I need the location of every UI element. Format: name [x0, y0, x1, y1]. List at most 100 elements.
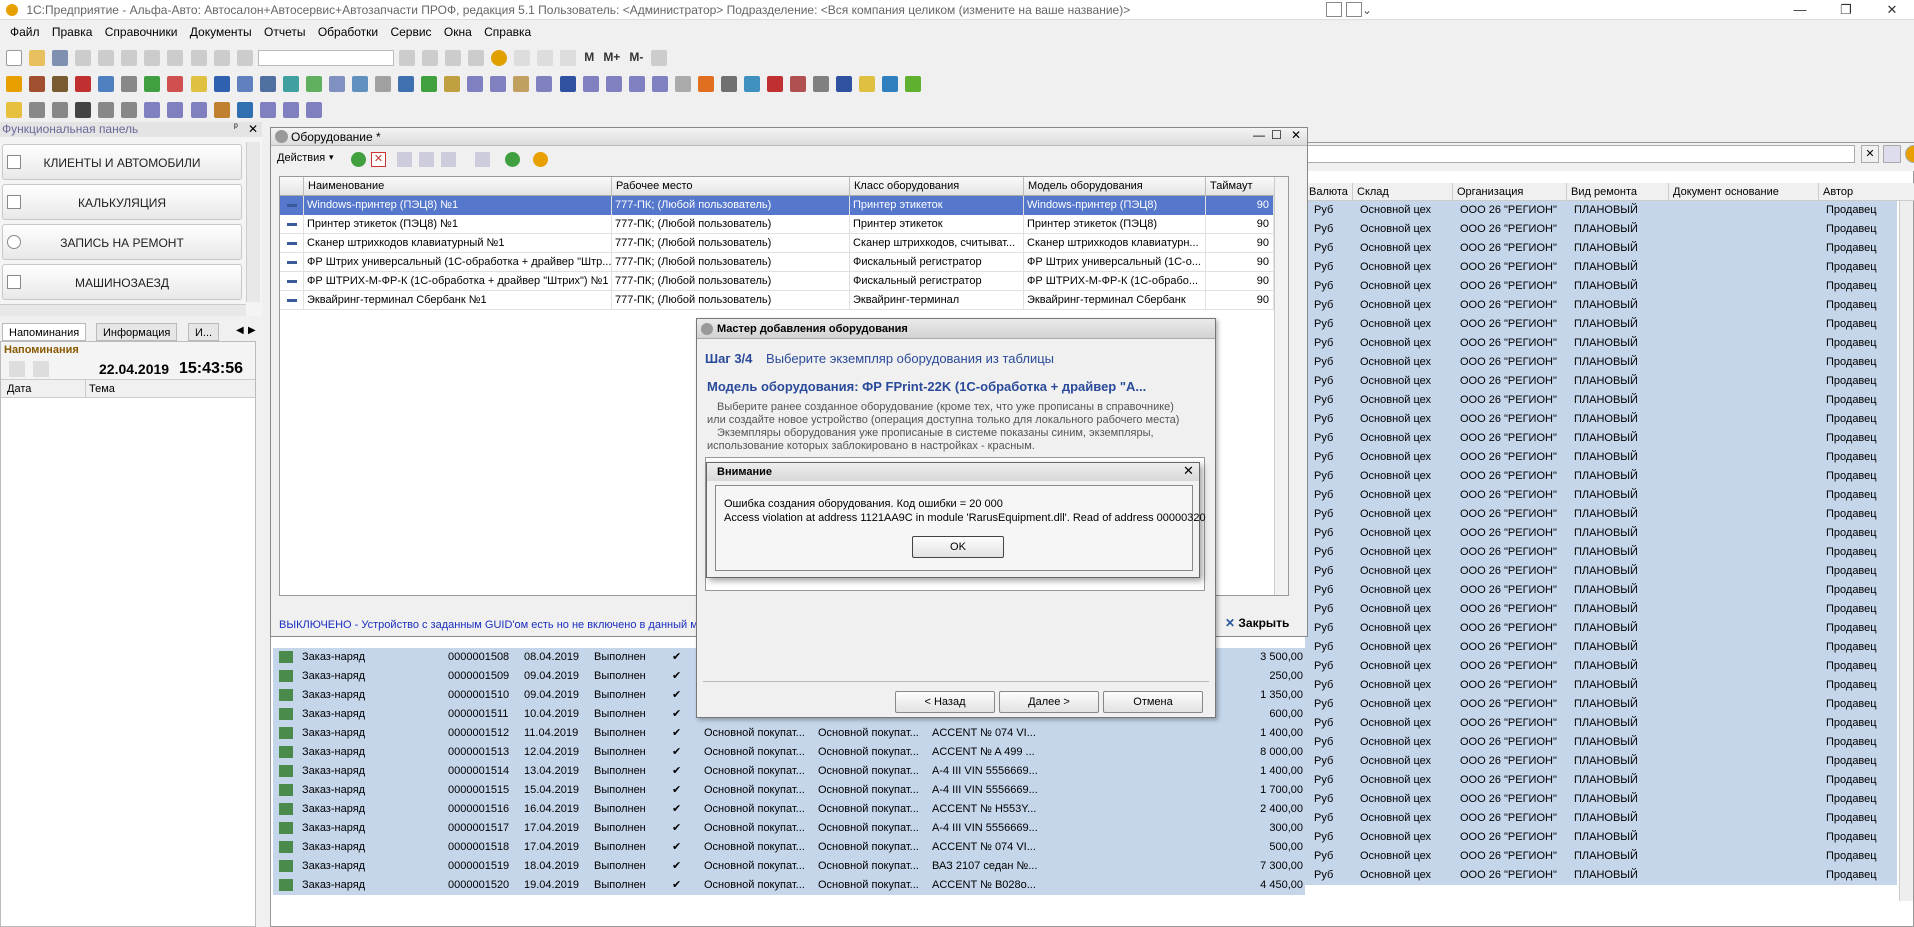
grid-doc-icon[interactable] — [236, 76, 253, 92]
calculator-icon[interactable] — [514, 50, 531, 66]
car-icon[interactable] — [75, 76, 92, 92]
pko-icon[interactable] — [467, 76, 484, 92]
settings-icon[interactable] — [651, 50, 668, 66]
pin-icon[interactable] — [75, 102, 92, 118]
list-row-bg[interactable]: Руб Основной цех ООО 26 "РЕГИОН" ПЛАНОВЫЙ Пр… — [1305, 391, 1897, 410]
actions-menu[interactable]: Действия — [277, 152, 325, 164]
book-icon[interactable] — [836, 76, 853, 92]
add-icon[interactable] — [351, 152, 366, 167]
list-row-bg[interactable]: Руб Основной цех ООО 26 "РЕГИОН" ПЛАНОВЫЙ Пр… — [1305, 562, 1897, 581]
coins-icon[interactable] — [513, 76, 530, 92]
report-icon[interactable] — [674, 76, 691, 92]
menu-processing[interactable]: Обработки — [318, 25, 378, 39]
list-row-bg[interactable]: Руб Основной цех ООО 26 "РЕГИОН" ПЛАНОВЫЙ Пр… — [1305, 638, 1897, 657]
col-repair-type[interactable]: Вид ремонта — [1567, 183, 1669, 201]
col-author[interactable]: Автор — [1819, 183, 1914, 201]
table-icon[interactable] — [744, 76, 760, 92]
equipment-scrollbar[interactable] — [1274, 177, 1288, 595]
close-panel-icon[interactable]: ✕ — [248, 122, 258, 136]
memory-minus-button[interactable]: M- — [629, 50, 643, 64]
order-icon[interactable] — [328, 76, 345, 92]
info-icon[interactable] — [491, 50, 507, 66]
list-row-bg[interactable]: Руб Основной цех ООО 26 "РЕГИОН" ПЛАНОВЫЙ Пр… — [1305, 771, 1897, 790]
minimize-eq-icon[interactable]: — — [1253, 128, 1265, 142]
search-reminder-icon[interactable] — [33, 361, 49, 377]
shop-icon[interactable] — [52, 76, 69, 92]
table-row[interactable]: Заказ-наряд 0000001514 13.04.2019 Выполнен О… — [273, 762, 1305, 781]
money-icon[interactable] — [144, 76, 161, 92]
list-row-bg[interactable]: Руб Основной цех ООО 26 "РЕГИОН" ПЛАНОВЫЙ Пр… — [1305, 410, 1897, 429]
list-clear-icon[interactable]: ✕ — [1861, 145, 1879, 163]
list-row-bg[interactable]: Руб Основной цех ООО 26 "РЕГИОН" ПЛАНОВЫЙ Пр… — [1305, 201, 1897, 220]
tools2-icon[interactable] — [52, 102, 69, 118]
pin-panel-icon[interactable]: ᵖ — [234, 122, 238, 133]
menu-file[interactable]: Файл — [10, 25, 40, 39]
tabs-right-arrow-icon[interactable]: ▶ — [248, 325, 256, 336]
tab-reminders[interactable]: Напоминания — [2, 323, 87, 341]
search-prev-icon[interactable] — [444, 50, 461, 66]
list-row-bg[interactable]: Руб Основной цех ООО 26 "РЕГИОН" ПЛАНОВЫЙ Пр… — [1305, 239, 1897, 258]
nav-repair-booking[interactable]: ЗАПИСЬ НА РЕМОНТ — [2, 224, 242, 260]
menu-documents[interactable]: Документы — [190, 25, 252, 39]
wrench-icon[interactable] — [121, 76, 138, 92]
brush-icon[interactable] — [813, 76, 830, 92]
open-icon[interactable] — [29, 50, 46, 66]
col-organization[interactable]: Организация — [1453, 183, 1567, 201]
nakl8-icon[interactable] — [305, 102, 322, 118]
table-row[interactable]: Заказ-наряд 0000001513 12.04.2019 Выполнен О… — [273, 743, 1305, 762]
list-row-bg[interactable]: Руб Основной цех ООО 26 "РЕГИОН" ПЛАНОВЫЙ Пр… — [1305, 429, 1897, 448]
grid-icon[interactable] — [1326, 2, 1342, 17]
plat-icon[interactable] — [536, 76, 553, 92]
next-button[interactable]: Далее > — [999, 691, 1099, 713]
copy-icon[interactable] — [98, 50, 115, 66]
nav-calculation[interactable]: КАЛЬКУЛЯЦИЯ — [2, 184, 242, 220]
windows-icon[interactable] — [467, 50, 484, 66]
tab-information[interactable]: Информация — [96, 323, 178, 341]
col-warehouse[interactable]: Склад — [1353, 183, 1453, 201]
panel-hscrollbar[interactable] — [0, 304, 246, 316]
list-row-bg[interactable]: Руб Основной цех ООО 26 "РЕГИОН" ПЛАНОВЫЙ Пр… — [1305, 277, 1897, 296]
col-base-document[interactable]: Документ основание — [1669, 183, 1819, 201]
nut-icon[interactable] — [121, 102, 138, 118]
list-row-bg[interactable]: Руб Основной цех ООО 26 "РЕГИОН" ПЛАНОВЫЙ Пр… — [1305, 524, 1897, 543]
list-row-bg[interactable]: Руб Основной цех ООО 26 "РЕГИОН" ПЛАНОВЫЙ Пр… — [1305, 619, 1897, 638]
filter2-icon[interactable] — [419, 152, 434, 167]
folder-icon[interactable] — [190, 76, 207, 92]
list-row-bg[interactable]: Руб Основной цех ООО 26 "РЕГИОН" ПЛАНОВЫЙ Пр… — [1305, 296, 1897, 315]
col-workplace[interactable]: Рабочее место — [612, 177, 850, 196]
chart-icon[interactable] — [560, 50, 577, 66]
memory-button[interactable]: M — [584, 50, 594, 64]
nav-clients-cars[interactable]: КЛИЕНТЫ И АВТОМОБИЛИ — [2, 144, 242, 180]
table-row[interactable]: Заказ-наряд 0000001518 17.04.2019 Выполнен О… — [273, 838, 1305, 857]
list-row-bg[interactable]: Руб Основной цех ООО 26 "РЕГИОН" ПЛАНОВЫЙ Пр… — [1305, 505, 1897, 524]
list-row-bg[interactable]: Руб Основной цех ООО 26 "РЕГИОН" ПЛАНОВЫЙ Пр… — [1305, 714, 1897, 733]
list-help-icon[interactable] — [1905, 145, 1914, 163]
redo-icon[interactable] — [213, 50, 230, 66]
green-doc-icon[interactable] — [421, 76, 438, 92]
refresh-icon[interactable] — [505, 152, 520, 167]
settings-reminder-icon[interactable] — [9, 361, 25, 377]
memory-plus-button[interactable]: M+ — [603, 50, 620, 64]
table-row[interactable]: Заказ-наряд 0000001519 18.04.2019 Выполнен О… — [273, 857, 1305, 876]
doc-icon[interactable] — [6, 76, 22, 92]
rko-icon[interactable] — [490, 76, 507, 92]
nakl7-icon[interactable] — [282, 102, 299, 118]
people-icon[interactable] — [213, 76, 230, 92]
list-row-bg[interactable]: Руб Основной цех ООО 26 "РЕГИОН" ПЛАНОВЫЙ Пр… — [1305, 847, 1897, 866]
back-button[interactable]: < Назад — [895, 691, 995, 713]
list-row-bg[interactable]: Руб Основной цех ООО 26 "РЕГИОН" ПЛАНОВЫЙ Пр… — [1305, 258, 1897, 277]
list-row-bg[interactable]: Руб Основной цех ООО 26 "РЕГИОН" ПЛАНОВЫЙ Пр… — [1305, 372, 1897, 391]
tabs-left-arrow-icon[interactable]: ◀ — [236, 325, 244, 336]
actions-dropdown-icon[interactable]: ▾ — [329, 152, 334, 163]
restore-button[interactable]: ❐ — [1826, 0, 1866, 20]
resize-icon[interactable] — [1346, 2, 1362, 17]
transfer-icon[interactable] — [305, 76, 322, 92]
house-icon[interactable] — [29, 76, 46, 92]
preview-icon[interactable] — [167, 50, 184, 66]
print-icon[interactable] — [144, 50, 161, 66]
close-window-button[interactable]: ✕ — [1872, 0, 1912, 20]
menu-edit[interactable]: Правка — [52, 25, 93, 39]
list-row-bg[interactable]: Руб Основной цех ООО 26 "РЕГИОН" ПЛАНОВЫЙ Пр… — [1305, 752, 1897, 771]
tools-icon[interactable] — [98, 76, 115, 92]
col-timeout[interactable]: Таймаут — [1206, 177, 1280, 196]
